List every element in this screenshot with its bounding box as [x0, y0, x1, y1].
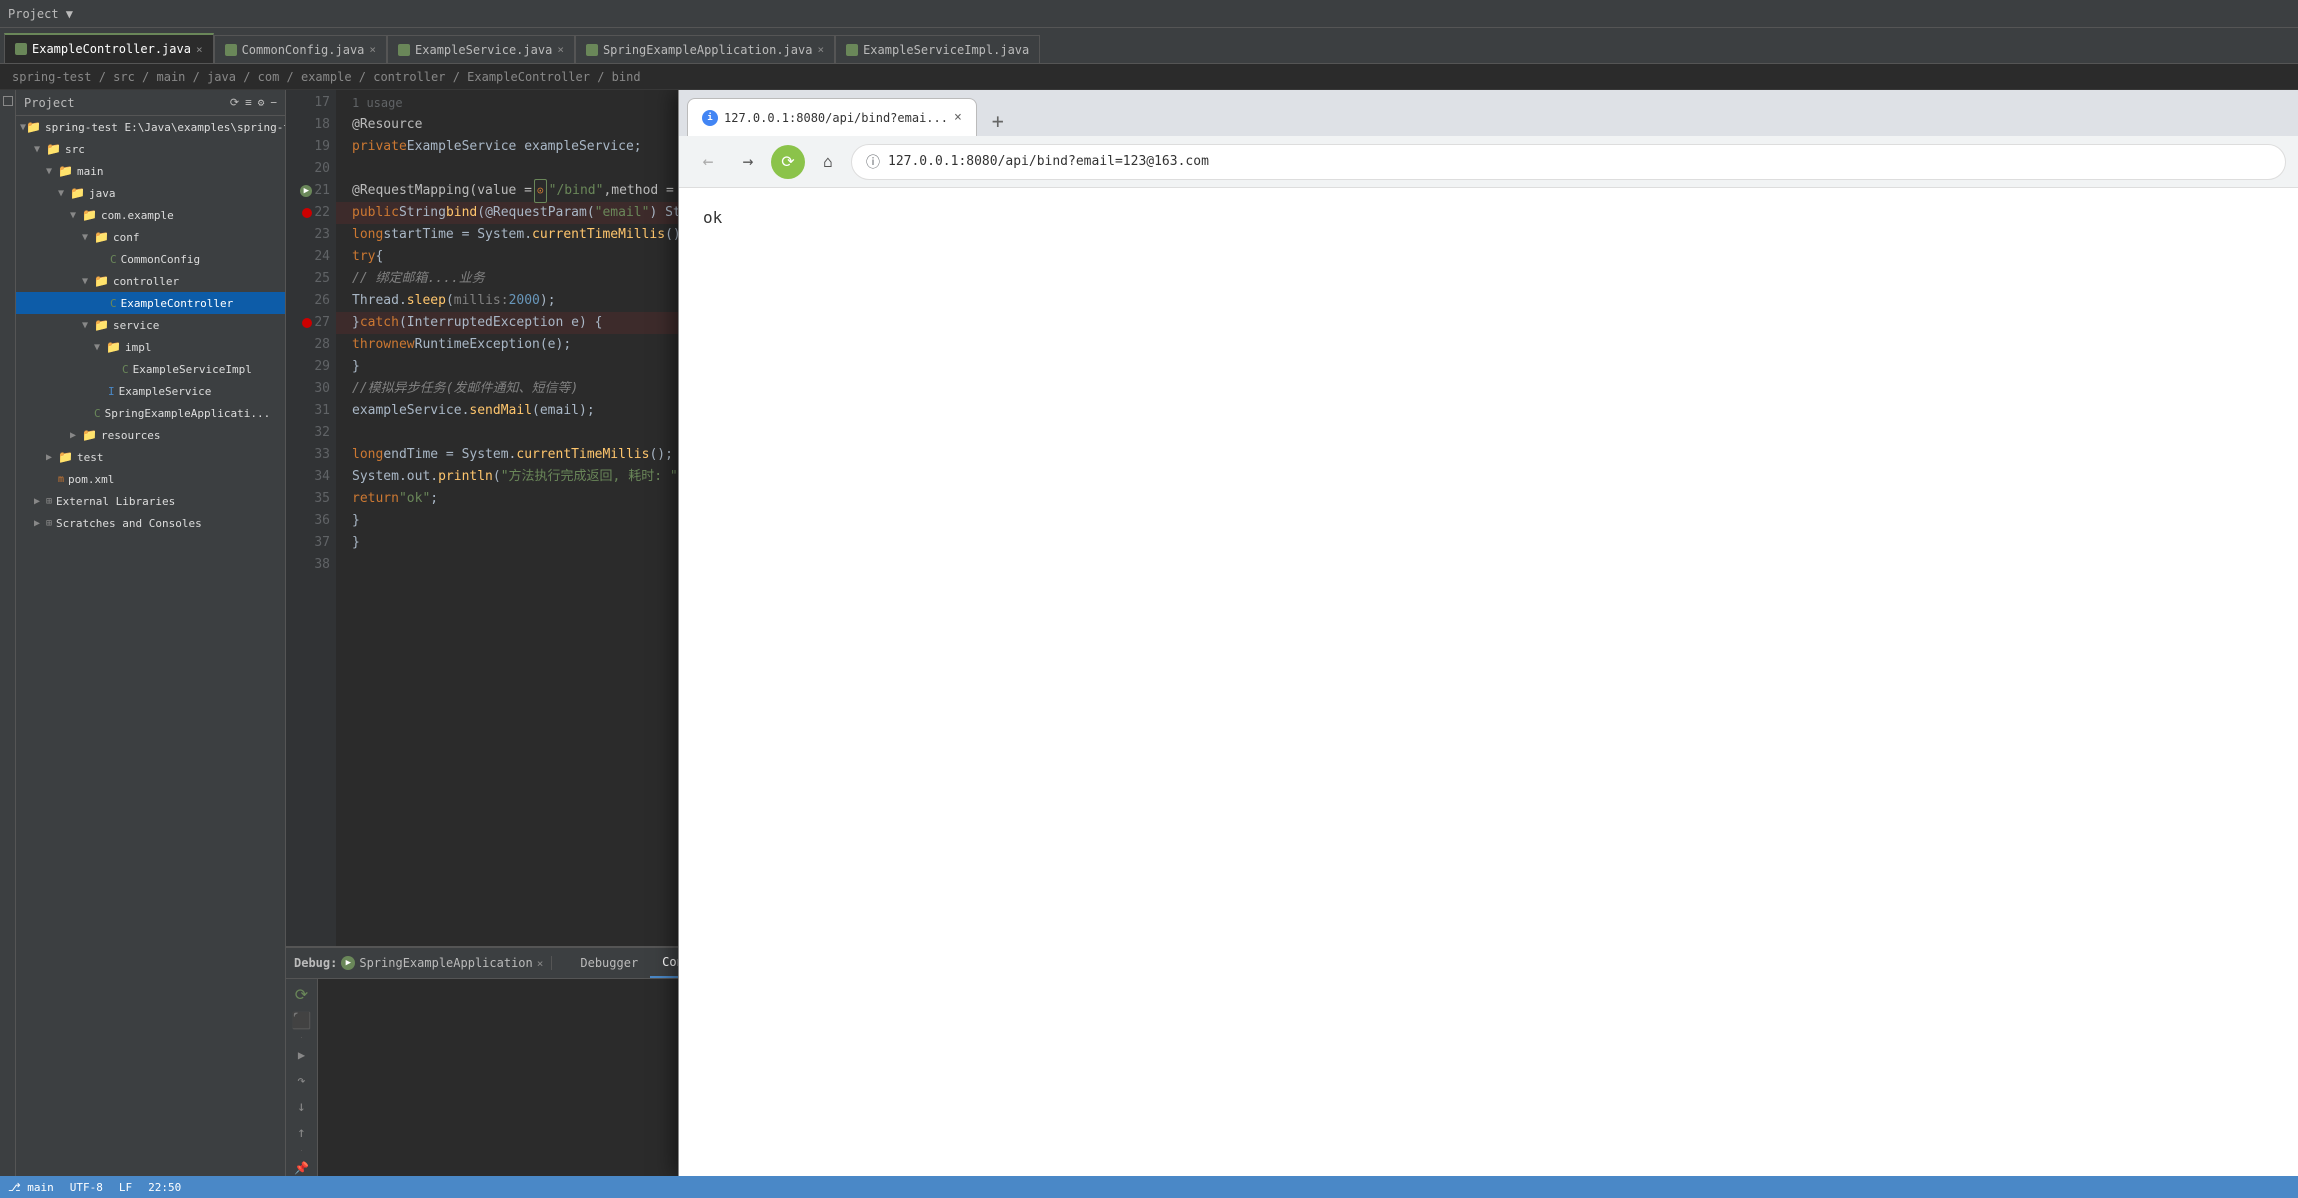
close-icon[interactable]: × [557, 43, 564, 56]
close-icon[interactable]: × [369, 43, 376, 56]
menu-item-project[interactable]: Project ▼ [8, 7, 73, 21]
tab-label: CommonConfig.java [242, 43, 365, 57]
tree-item-service[interactable]: ▼ 📁 service [16, 314, 285, 336]
address-bar-lock-icon: ⓘ [866, 152, 880, 172]
browser-back-button[interactable]: ← [691, 145, 725, 179]
address-bar-url: 127.0.0.1:8080/api/bind?email=123@163.co… [888, 154, 1209, 169]
tree-item-spring-test[interactable]: ▼ 📁 spring-test E:\Java\examples\spring-… [16, 116, 285, 138]
tab-label: ExampleService.java [415, 43, 552, 57]
browser-nav-bar: ← → ⟳ ⌂ ⓘ 127.0.0.1:8080/api/bind?email=… [679, 136, 2298, 188]
debug-resume-icon[interactable]: ▶ [291, 1044, 313, 1066]
debug-side-toolbar: ⟳ ⬛ ▶ ↷ ↓ ↑ 📌 📷 ⊞ [286, 979, 318, 1176]
menu-bar: Project ▼ [0, 0, 2298, 28]
browser-tab-label: 127.0.0.1:8080/api/bind?emai... [724, 111, 948, 125]
tree-item-test[interactable]: ▶ 📁 test [16, 446, 285, 468]
tab-spring-example[interactable]: SpringExampleApplication.java × [575, 35, 835, 63]
status-branch[interactable]: ⎇ main [8, 1181, 54, 1194]
breadcrumb: spring-test / src / main / java / com / … [0, 64, 2298, 90]
tab-example-service-impl[interactable]: ExampleServiceImpl.java [835, 35, 1040, 63]
debug-step-out-icon[interactable]: ↑ [291, 1122, 313, 1144]
tab-example-controller[interactable]: ExampleController.java × [4, 33, 214, 63]
sidebar-sync-icon[interactable]: ⟳ [230, 96, 239, 109]
debug-rerun-icon[interactable]: ⟳ [291, 983, 313, 1005]
browser-home-button[interactable]: ⌂ [811, 145, 845, 179]
debug-close-icon[interactable]: × [537, 957, 544, 970]
sidebar-header: Project ⟳ ≡ ⚙ − [16, 90, 285, 116]
tree-item-controller[interactable]: ▼ 📁 controller [16, 270, 285, 292]
tree-item-impl[interactable]: ▼ 📁 impl [16, 336, 285, 358]
service-label: service [113, 319, 159, 332]
sidebar-collapse-icon[interactable]: ≡ [245, 96, 252, 109]
sidebar: Project ⟳ ≡ ⚙ − ▼ 📁 spring-test E:\Java\… [16, 90, 286, 1176]
status-line-sep: LF [119, 1181, 132, 1194]
tree-item-spring-app[interactable]: C SpringExampleApplicati... [16, 402, 285, 424]
file-tabs: ExampleController.java × CommonConfig.ja… [0, 28, 2298, 64]
browser-content: ok [679, 188, 2298, 1176]
sidebar-title: Project [24, 96, 75, 110]
line-numbers: 17 18 19 20 ▶ 21 22 23 24 25 26 [286, 90, 336, 946]
address-bar[interactable]: ⓘ 127.0.0.1:8080/api/bind?email=123@163.… [851, 144, 2286, 180]
browser-response-text: ok [703, 208, 722, 227]
debug-step-into-icon[interactable]: ↓ [291, 1096, 313, 1118]
tab-icon [586, 44, 598, 56]
sidebar-settings-icon[interactable]: ⚙ [258, 96, 265, 109]
project-tree: ▼ 📁 spring-test E:\Java\examples\spring-… [16, 116, 285, 1176]
debug-stop-icon[interactable]: ⬛ [291, 1009, 313, 1031]
tree-item-resources[interactable]: ▶ 📁 resources [16, 424, 285, 446]
browser-new-tab-button[interactable]: + [983, 106, 1013, 136]
browser-reload-button[interactable]: ⟳ [771, 145, 805, 179]
tab-example-service[interactable]: ExampleService.java × [387, 35, 575, 63]
debug-tab-debugger[interactable]: Debugger [568, 948, 650, 978]
debug-label: Debug: [294, 956, 337, 970]
browser-tab-active[interactable]: i 127.0.0.1:8080/api/bind?emai... × [687, 98, 977, 136]
status-position: 22:50 [148, 1181, 181, 1194]
tab-icon [846, 44, 858, 56]
browser-title-bar: i 127.0.0.1:8080/api/bind?emai... × + [679, 90, 2298, 136]
left-icon-1[interactable] [3, 96, 13, 106]
tree-item-example-service-impl[interactable]: C ExampleServiceImpl [16, 358, 285, 380]
tab-label: ExampleController.java [32, 42, 191, 56]
tree-item-common-config[interactable]: C CommonConfig [16, 248, 285, 270]
tab-icon [398, 44, 410, 56]
close-icon[interactable]: × [196, 43, 203, 56]
debug-app-icon: ▶ [341, 956, 355, 970]
debug-step-over-icon[interactable]: ↷ [291, 1070, 313, 1092]
browser-forward-button[interactable]: → [731, 145, 765, 179]
debug-label-section: Debug: ▶ SpringExampleApplication × [294, 956, 552, 970]
tree-item-src[interactable]: ▼ 📁 src [16, 138, 285, 160]
browser-favicon: i [702, 110, 718, 126]
tab-common-config[interactable]: CommonConfig.java × [214, 35, 387, 63]
debug-pin-icon[interactable]: 📌 [291, 1157, 313, 1176]
debug-app-name: SpringExampleApplication [359, 956, 532, 970]
tree-item-main[interactable]: ▼ 📁 main [16, 160, 285, 182]
left-side-bar [0, 90, 16, 1176]
sidebar-minus-icon[interactable]: − [270, 96, 277, 109]
tree-item-pom[interactable]: m pom.xml [16, 468, 285, 490]
tree-item-external-libs[interactable]: ▶ ⊞ External Libraries [16, 490, 285, 512]
tab-icon [225, 44, 237, 56]
tree-item-example-service[interactable]: I ExampleService [16, 380, 285, 402]
status-bar: ⎇ main UTF-8 LF 22:50 [0, 1176, 2298, 1198]
breadcrumb-text: spring-test / src / main / java / com / … [12, 70, 641, 84]
status-encoding: UTF-8 [70, 1181, 103, 1194]
tab-label: SpringExampleApplication.java [603, 43, 813, 57]
tree-item-java[interactable]: ▼ 📁 java [16, 182, 285, 204]
tab-icon [15, 43, 27, 55]
browser-overlay: i 127.0.0.1:8080/api/bind?emai... × + ← … [678, 90, 2298, 1176]
tree-item-com-example[interactable]: ▼ 📁 com.example [16, 204, 285, 226]
close-icon[interactable]: × [817, 43, 824, 56]
tree-item-example-controller[interactable]: C ExampleController [16, 292, 285, 314]
tree-item-scratches[interactable]: ▶ ⊞ Scratches and Consoles [16, 512, 285, 534]
tab-label: ExampleServiceImpl.java [863, 43, 1029, 57]
browser-tab-close-icon[interactable]: × [954, 110, 962, 125]
tree-item-conf[interactable]: ▼ 📁 conf [16, 226, 285, 248]
